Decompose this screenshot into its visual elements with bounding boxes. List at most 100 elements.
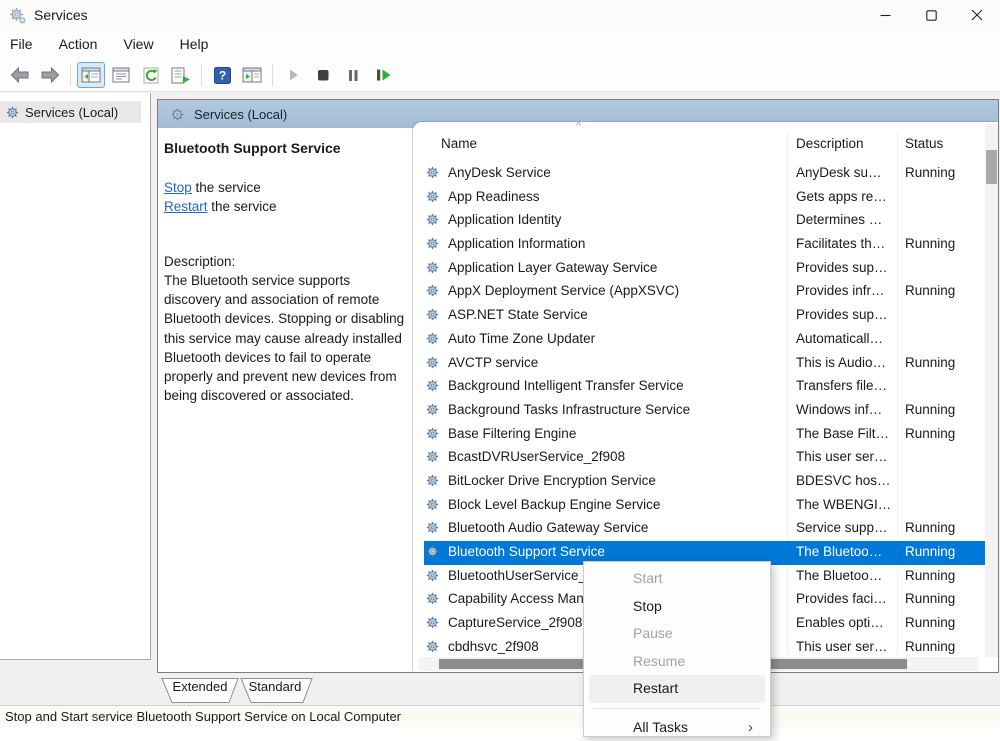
service-gear-icon <box>426 545 439 558</box>
toolbar: ? <box>0 59 1000 92</box>
restart-service-line: Restart the service <box>164 197 409 216</box>
service-row[interactable]: Application Identity Determines … <box>424 209 985 233</box>
service-gear-icon <box>426 640 439 653</box>
service-gear-icon <box>426 379 439 392</box>
service-description: AnyDesk su… <box>796 165 895 180</box>
stop-service-link[interactable]: Stop <box>164 180 192 195</box>
service-status: Running <box>905 283 955 298</box>
service-status: Running <box>905 615 955 630</box>
service-name: Bluetooth Support Service <box>448 544 605 559</box>
export-list-button[interactable] <box>167 62 195 88</box>
service-row[interactable]: Base Filtering Engine The Base Filt… Run… <box>424 423 985 447</box>
context-menu-item-restart[interactable]: Restart <box>589 675 765 703</box>
pause-icon <box>345 67 361 83</box>
service-gear-icon <box>426 190 439 203</box>
services-gear-icon <box>171 108 184 121</box>
stop-icon <box>315 67 331 83</box>
tree-item-label: Services (Local) <box>25 105 118 120</box>
stop-service-button[interactable] <box>309 62 337 88</box>
service-row[interactable]: AVCTP service This is Audio… Running <box>424 352 985 376</box>
status-bar-text: Stop and Start service Bluetooth Support… <box>5 709 401 724</box>
help-button[interactable]: ? <box>208 62 236 88</box>
pause-service-button[interactable] <box>339 62 367 88</box>
context-menu-separator <box>593 708 761 709</box>
service-row[interactable]: AnyDesk Service AnyDesk su… Running <box>424 162 985 186</box>
service-row[interactable]: Auto Time Zone Updater Automaticall… <box>424 328 985 352</box>
service-name: AVCTP service <box>448 355 538 370</box>
column-header-name[interactable]: Name <box>441 136 477 151</box>
service-gear-icon <box>426 450 439 463</box>
service-description: Gets apps re… <box>796 189 895 204</box>
service-status: Running <box>905 639 955 654</box>
service-description: The Bluetoo… <box>796 568 895 583</box>
menu-file[interactable]: File <box>10 30 46 59</box>
refresh-icon <box>142 67 160 84</box>
service-row[interactable]: App Readiness Gets apps re… <box>424 186 985 210</box>
tab-extended[interactable]: Extended <box>165 679 235 694</box>
forward-button[interactable] <box>36 62 64 88</box>
service-row[interactable]: Application Information Facilitates th… … <box>424 233 985 257</box>
menu-action[interactable]: Action <box>46 30 111 59</box>
context-menu-item-pause[interactable]: Pause <box>589 620 765 648</box>
minimize-icon <box>880 10 891 21</box>
minimize-button[interactable] <box>862 0 908 30</box>
menu-help[interactable]: Help <box>167 30 222 59</box>
close-button[interactable] <box>954 0 1000 30</box>
service-gear-icon <box>426 237 439 250</box>
menu-view[interactable]: View <box>110 30 166 59</box>
refresh-button[interactable] <box>137 62 165 88</box>
service-description: Provides sup… <box>796 260 895 275</box>
service-name: AppX Deployment Service (AppXSVC) <box>448 283 679 298</box>
submenu-arrow-icon: › <box>748 714 753 741</box>
service-row[interactable]: Application Layer Gateway Service Provid… <box>424 257 985 281</box>
service-gear-icon <box>426 166 439 179</box>
forward-arrow-icon <box>40 67 60 83</box>
service-gear-icon <box>426 427 439 440</box>
restart-service-link[interactable]: Restart <box>164 199 208 214</box>
tree-item-services-local[interactable]: Services (Local) <box>0 101 141 123</box>
service-gear-icon <box>426 474 439 487</box>
properties-button[interactable] <box>107 62 135 88</box>
tab-standard[interactable]: Standard <box>240 679 310 694</box>
window-title: Services <box>34 7 88 23</box>
service-row[interactable]: Bluetooth Audio Gateway Service Service … <box>424 517 985 541</box>
restart-service-button[interactable] <box>369 62 397 88</box>
details-panel: Services (Local) Bluetooth Support Servi… <box>157 99 999 673</box>
column-header-status[interactable]: Status <box>905 136 943 151</box>
vertical-scrollbar-thumb[interactable] <box>986 150 997 184</box>
sort-ascending-icon: ^ <box>576 120 581 132</box>
back-button[interactable] <box>6 62 34 88</box>
service-row[interactable]: Block Level Backup Engine Service The WB… <box>424 494 985 518</box>
maximize-button[interactable] <box>908 0 954 30</box>
service-description: The WBENGI… <box>796 497 895 512</box>
service-row[interactable]: ASP.NET State Service Provides sup… <box>424 304 985 328</box>
show-action-pane-button[interactable] <box>238 62 266 88</box>
start-service-button[interactable] <box>279 62 307 88</box>
context-menu-item-resume[interactable]: Resume <box>589 648 765 676</box>
service-gear-icon <box>426 498 439 511</box>
service-name: BitLocker Drive Encryption Service <box>448 473 656 488</box>
service-status: Running <box>905 236 955 251</box>
show-console-tree-button[interactable] <box>77 62 105 88</box>
service-row[interactable]: Background Tasks Infrastructure Service … <box>424 399 985 423</box>
context-menu-item-label: Resume <box>633 653 685 669</box>
service-row[interactable]: BcastDVRUserService_2f908 This user ser… <box>424 446 985 470</box>
service-name: Application Information <box>448 236 585 251</box>
restart-icon <box>374 67 392 83</box>
service-description: This user ser… <box>796 449 895 464</box>
service-row[interactable]: BitLocker Drive Encryption Service BDESV… <box>424 470 985 494</box>
context-menu-item-stop[interactable]: Stop <box>589 593 765 621</box>
service-row[interactable]: AppX Deployment Service (AppXSVC) Provid… <box>424 280 985 304</box>
column-header-description[interactable]: Description <box>796 136 864 151</box>
panel-header-title: Services (Local) <box>194 107 287 122</box>
service-gear-icon <box>426 213 439 226</box>
service-gear-icon <box>426 261 439 274</box>
context-menu-item-all-tasks[interactable]: All Tasks › <box>589 714 765 741</box>
service-row[interactable]: Background Intelligent Transfer Service … <box>424 375 985 399</box>
service-description: Windows inf… <box>796 402 895 417</box>
service-name: Auto Time Zone Updater <box>448 331 595 346</box>
context-menu-item-start[interactable]: Start <box>589 565 765 593</box>
service-status: Running <box>905 568 955 583</box>
console-tree-icon <box>81 67 101 83</box>
vertical-scrollbar[interactable] <box>985 124 998 657</box>
